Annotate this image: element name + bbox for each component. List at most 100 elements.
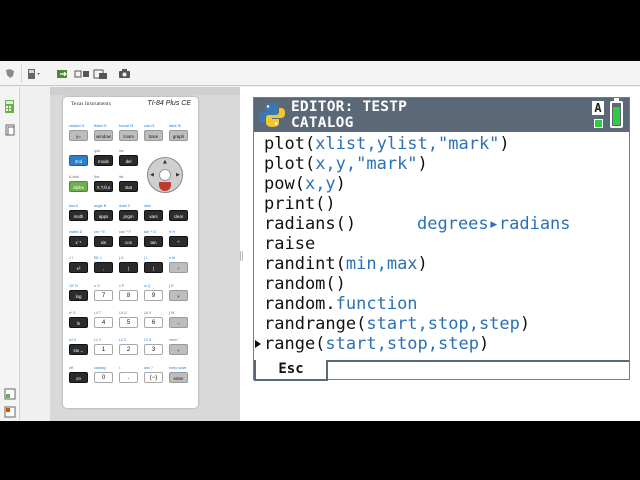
calc-key[interactable]: clear	[169, 210, 188, 221]
calc-key-secondary-label: L2 Z	[119, 338, 127, 342]
calc-key[interactable]: 4	[94, 317, 113, 328]
arrow-down-key[interactable]	[159, 182, 171, 191]
arrow-pad[interactable]: ▲ ◀ ▶	[147, 157, 183, 193]
calc-key-secondary-label: angle B	[94, 204, 107, 208]
calc-key[interactable]: 2nd	[69, 155, 88, 166]
catalog-item[interactable]: plot(x,y,"mark")	[254, 154, 629, 174]
calc-key[interactable]: sto→	[69, 344, 88, 355]
collapse-panel-icon[interactable]	[4, 403, 16, 418]
calc-key[interactable]: y=	[69, 130, 88, 141]
calc-key[interactable]: 6	[144, 317, 163, 328]
calc-key[interactable]: math	[69, 210, 88, 221]
calc-key[interactable]: zoom	[119, 130, 138, 141]
calculator-view-icon[interactable]	[4, 98, 16, 113]
calc-key-secondary-label: sin⁻¹ E	[94, 230, 106, 234]
calc-key[interactable]: −	[169, 317, 188, 328]
calc-key[interactable]: X,T,θ,n	[94, 181, 113, 192]
calc-key[interactable]: tan	[144, 236, 163, 247]
calc-key[interactable]: stat	[119, 181, 138, 192]
softkey-bar: Esc	[254, 360, 629, 381]
calc-key[interactable]: apps	[94, 210, 113, 221]
ti-logo-icon[interactable]	[4, 67, 16, 80]
calc-key-secondary-label: L6 V	[144, 311, 152, 315]
calc-key[interactable]: 8	[119, 290, 138, 301]
calc-key[interactable]: window	[94, 130, 113, 141]
link-devices-icon[interactable]	[74, 67, 90, 80]
catalog-item[interactable]: pow(x,y)	[254, 174, 629, 194]
calc-key-secondary-label: eˣ S	[69, 311, 76, 315]
calc-key[interactable]: alpha	[69, 181, 88, 192]
calc-key[interactable]: del	[119, 155, 138, 166]
calc-key[interactable]: ln	[69, 317, 88, 328]
calc-key[interactable]: (	[119, 262, 138, 273]
esc-softkey[interactable]: Esc	[254, 360, 328, 381]
calc-key[interactable]: +	[169, 344, 188, 355]
calc-key[interactable]: 0	[94, 372, 113, 383]
calc-key[interactable]: 2	[119, 344, 138, 355]
calc-key[interactable]: x⁻¹	[69, 236, 88, 247]
calc-key[interactable]: ,	[94, 262, 113, 273]
calc-key[interactable]: prgm	[119, 210, 138, 221]
catalog-item-args: x,y	[304, 174, 336, 194]
calc-key[interactable]: .	[119, 372, 138, 383]
calc-key[interactable]: 9	[144, 290, 163, 301]
calculator-screen: EDITOR: TESTP CATALOG A plot(xlist,ylist…	[253, 97, 630, 381]
calculator-select-icon[interactable]	[27, 67, 41, 80]
calc-key[interactable]: 3	[144, 344, 163, 355]
calc-key-secondary-label: w Q	[144, 284, 151, 288]
catalog-item-function: radians()	[264, 214, 357, 234]
expand-panel-icon[interactable]	[4, 385, 16, 400]
calc-key[interactable]: trace	[144, 130, 163, 141]
catalog-item-close: )	[417, 154, 428, 174]
calc-key-secondary-label: u O	[94, 284, 100, 288]
catalog-item[interactable]: plot(xlist,ylist,"mark")	[254, 134, 629, 154]
catalog-item-function: pow(	[264, 174, 305, 194]
calc-key-secondary-label: distr	[144, 204, 151, 208]
catalog-item[interactable]: raise	[254, 234, 629, 254]
catalog-item[interactable]: randrange(start,stop,step)	[254, 314, 629, 334]
catalog-item-function: raise	[264, 234, 316, 254]
calc-key[interactable]: 1	[94, 344, 113, 355]
calc-key-secondary-label: matrix D	[69, 230, 83, 234]
catalog-item[interactable]: random.function	[254, 294, 629, 314]
catalog-subtitle: CATALOG	[291, 115, 354, 131]
status-indicator	[594, 119, 603, 128]
calc-key[interactable]: sin	[94, 236, 113, 247]
calc-key[interactable]: 7	[94, 290, 113, 301]
calc-key-secondary-label: } L	[144, 256, 149, 260]
calc-key[interactable]: on	[69, 372, 88, 383]
calc-key-secondary-label: π H	[169, 230, 176, 234]
calc-key[interactable]: ×	[169, 290, 188, 301]
calc-key[interactable]: ÷	[169, 262, 188, 273]
send-to-calculator-icon[interactable]	[56, 67, 70, 80]
catalog-item[interactable]: print()	[254, 194, 629, 214]
calc-key-secondary-label: format f3	[119, 124, 134, 128]
calc-key[interactable]: log	[69, 290, 88, 301]
calc-key[interactable]: 5	[119, 317, 138, 328]
catalog-item[interactable]: random()	[254, 274, 629, 294]
arrow-left-icon[interactable]: ◀	[150, 172, 154, 178]
catalog-item[interactable]: range(start,stop,step)	[254, 334, 629, 354]
emulator-toggle-icon[interactable]	[93, 67, 109, 80]
calc-key[interactable]: vars	[144, 210, 163, 221]
calc-key[interactable]: graph	[169, 130, 188, 141]
screen-title: EDITOR: TESTP CATALOG	[291, 99, 407, 131]
catalog-item[interactable]: randint(min,max)	[254, 254, 629, 274]
model-label: TI-84 Plus CE	[147, 100, 191, 107]
calc-key-secondary-label: [ R	[169, 284, 174, 288]
screenshot-camera-icon[interactable]	[118, 67, 131, 80]
calc-key[interactable]: cos	[119, 236, 138, 247]
arrow-up-icon[interactable]: ▲	[163, 159, 167, 165]
calc-key[interactable]: mode	[94, 155, 113, 166]
calc-key[interactable]: (−)	[144, 372, 163, 383]
splitter-grip-icon[interactable]	[240, 251, 243, 261]
catalog-item-function: print()	[264, 194, 336, 214]
calc-key[interactable]: x²	[69, 262, 88, 273]
calc-key[interactable]: )	[144, 262, 163, 273]
window-frame: Texas Instruments TI-84 Plus CE ▲ ◀ ▶ y=…	[0, 0, 640, 480]
catalog-item[interactable]: radians() degrees▸radians	[254, 214, 629, 234]
calc-key[interactable]: enter	[169, 372, 188, 383]
calc-key[interactable]: ^	[169, 236, 188, 247]
document-view-icon[interactable]	[4, 121, 16, 136]
arrow-right-icon[interactable]: ▶	[176, 172, 180, 178]
